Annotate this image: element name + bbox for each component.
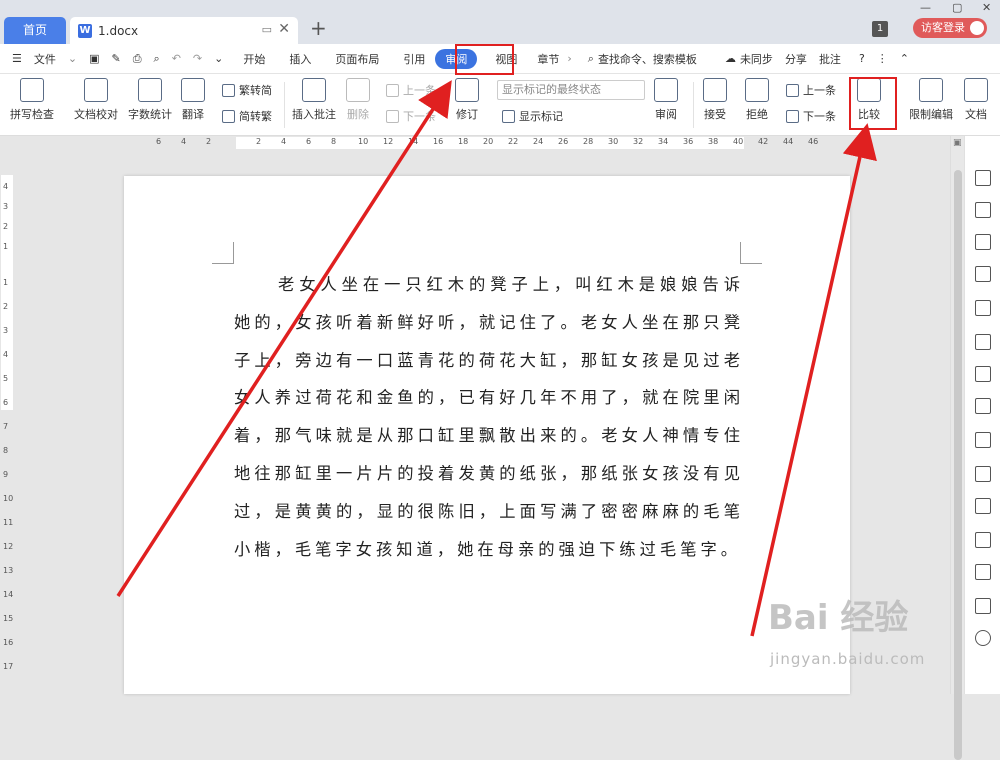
annotation-arrows (116, 80, 877, 637)
arrow-to-compare-button (750, 123, 877, 637)
arrow-to-review-tab (116, 80, 452, 597)
